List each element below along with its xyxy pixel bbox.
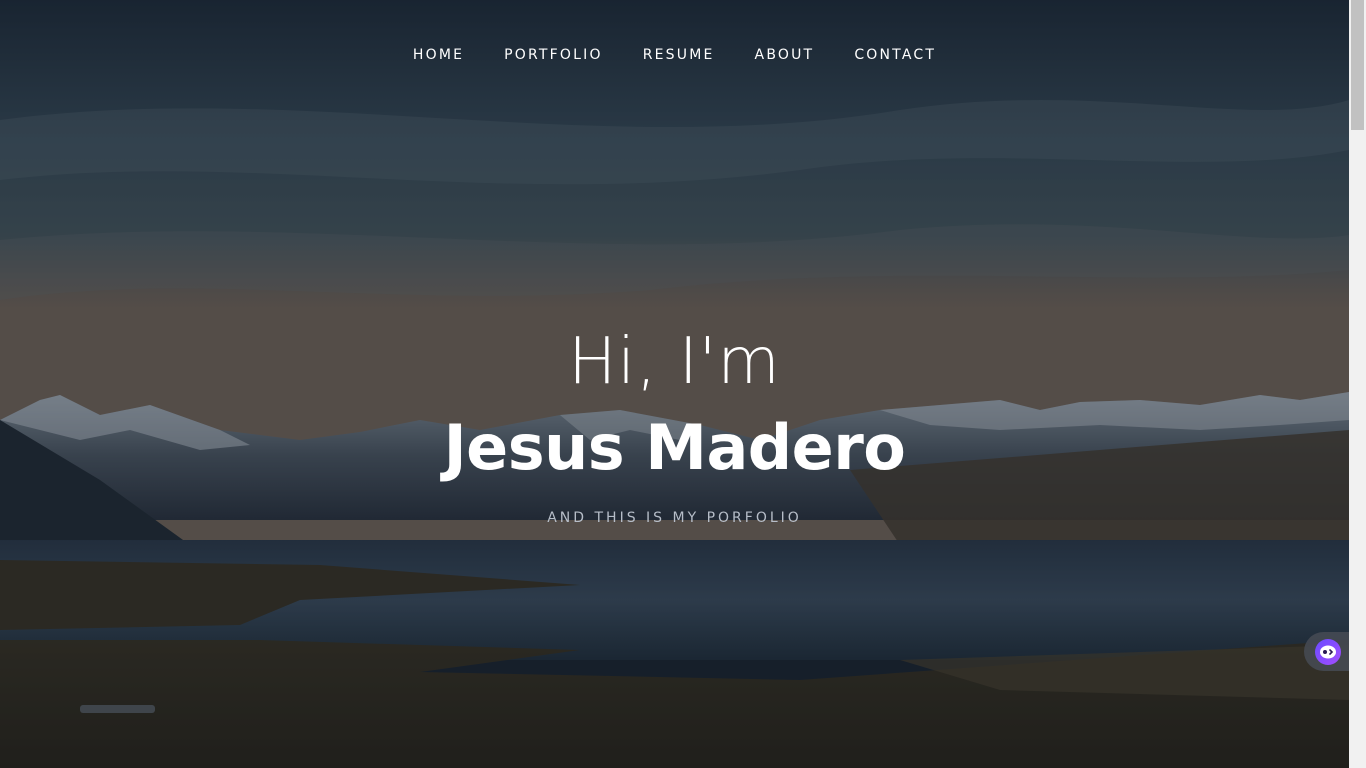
chat-widget-button[interactable] bbox=[1304, 632, 1349, 671]
intro-tagline: AND THIS IS MY PORFOLIO bbox=[547, 510, 802, 526]
nav-about-link[interactable]: ABOUT bbox=[755, 45, 815, 65]
nav-resume-link[interactable]: RESUME bbox=[643, 45, 715, 65]
nav-portfolio-link[interactable]: PORTFOLIO bbox=[504, 45, 603, 65]
intro-greeting: Hi, I'm bbox=[568, 325, 781, 399]
scrollbar-thumb[interactable] bbox=[1351, 0, 1364, 130]
nav-home-link[interactable]: HOME bbox=[413, 45, 464, 65]
intro-name: Jesus Madero bbox=[443, 411, 906, 484]
hero-section: HOME PORTFOLIO RESUME ABOUT CONTACT Hi, … bbox=[0, 0, 1349, 768]
nav-contact-link[interactable]: CONTACT bbox=[854, 45, 936, 65]
chat-bot-icon bbox=[1315, 638, 1341, 665]
main-nav: HOME PORTFOLIO RESUME ABOUT CONTACT bbox=[0, 45, 1349, 65]
